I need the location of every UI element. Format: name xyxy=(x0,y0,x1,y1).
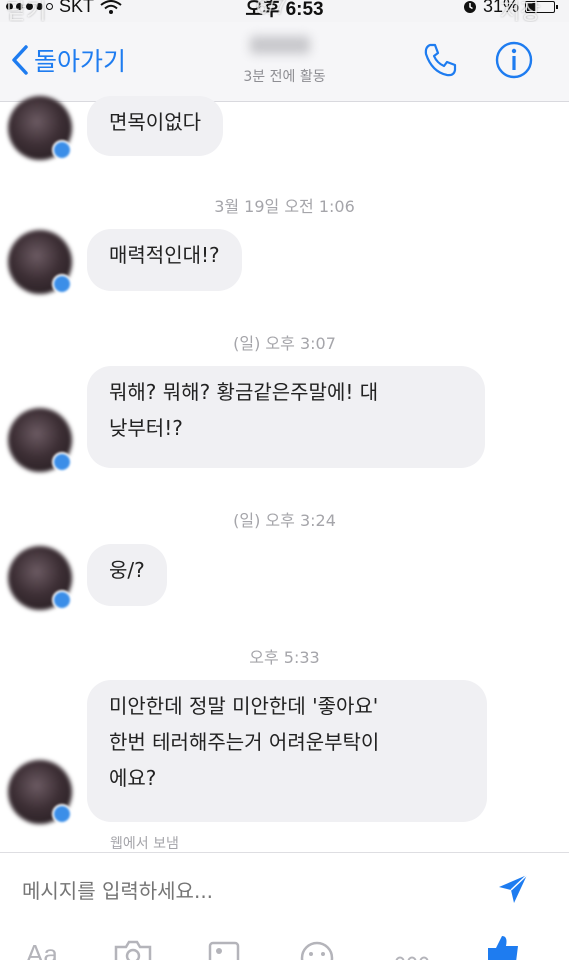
photo-index-label: 6/7 xyxy=(256,0,287,19)
message-bubble[interactable]: 미안한데 정말 미안한데 '좋아요' 한번 테러해주는거 어려운부탁이 에요? xyxy=(87,680,487,822)
composer-bar: Aa xyxy=(0,852,569,960)
send-icon xyxy=(499,874,528,903)
message-timestamp: (일) 오후 3:24 xyxy=(233,511,336,530)
messenger-badge-icon xyxy=(52,274,72,294)
message-timestamp: 3월 19일 오전 1:06 xyxy=(214,197,355,216)
gallery-icon[interactable] xyxy=(206,939,242,960)
message-timestamp: (일) 오후 3:07 xyxy=(233,334,336,353)
sent-from-label: 웹에서 보냄 xyxy=(110,836,179,852)
active-status: 3분 전에 활동 xyxy=(243,69,326,85)
phone-icon xyxy=(424,43,457,77)
message-bubble[interactable]: 웅/? xyxy=(87,544,167,606)
contact-name-blurred xyxy=(250,36,310,54)
message-timestamp: 오후 5:33 xyxy=(249,648,320,667)
like-icon[interactable] xyxy=(482,933,524,960)
emoji-icon[interactable] xyxy=(298,939,336,960)
messenger-badge-icon xyxy=(52,590,72,610)
status-bar: SKT 오후 6:53 31% 닫기 6/7 저장 xyxy=(0,0,569,24)
more-icon[interactable] xyxy=(392,939,432,960)
message-bubble[interactable]: 뭐해? 뭐해? 황금같은주말에! 대 낮부터!? xyxy=(87,366,485,468)
message-bubble[interactable]: 매력적인대!? xyxy=(87,229,242,291)
camera-icon[interactable] xyxy=(112,939,154,960)
info-button[interactable] xyxy=(494,40,534,80)
info-icon xyxy=(495,41,533,79)
alarm-icon xyxy=(463,0,476,13)
text-size-button[interactable]: Aa xyxy=(26,939,58,960)
phone-button[interactable] xyxy=(420,40,460,80)
messenger-badge-icon xyxy=(52,452,72,472)
send-button[interactable] xyxy=(495,871,531,907)
messenger-badge-icon xyxy=(52,140,72,160)
messenger-badge-icon xyxy=(52,804,72,824)
chat-header: 돌아가기 3분 전에 활동 xyxy=(0,22,569,102)
message-bubble[interactable]: 면목이없다 xyxy=(87,96,223,156)
message-input[interactable] xyxy=(22,875,472,907)
messenger-screen: SKT 오후 6:53 31% 닫기 6/7 저장 돌아가기 3분 전에 활동 … xyxy=(0,0,569,960)
